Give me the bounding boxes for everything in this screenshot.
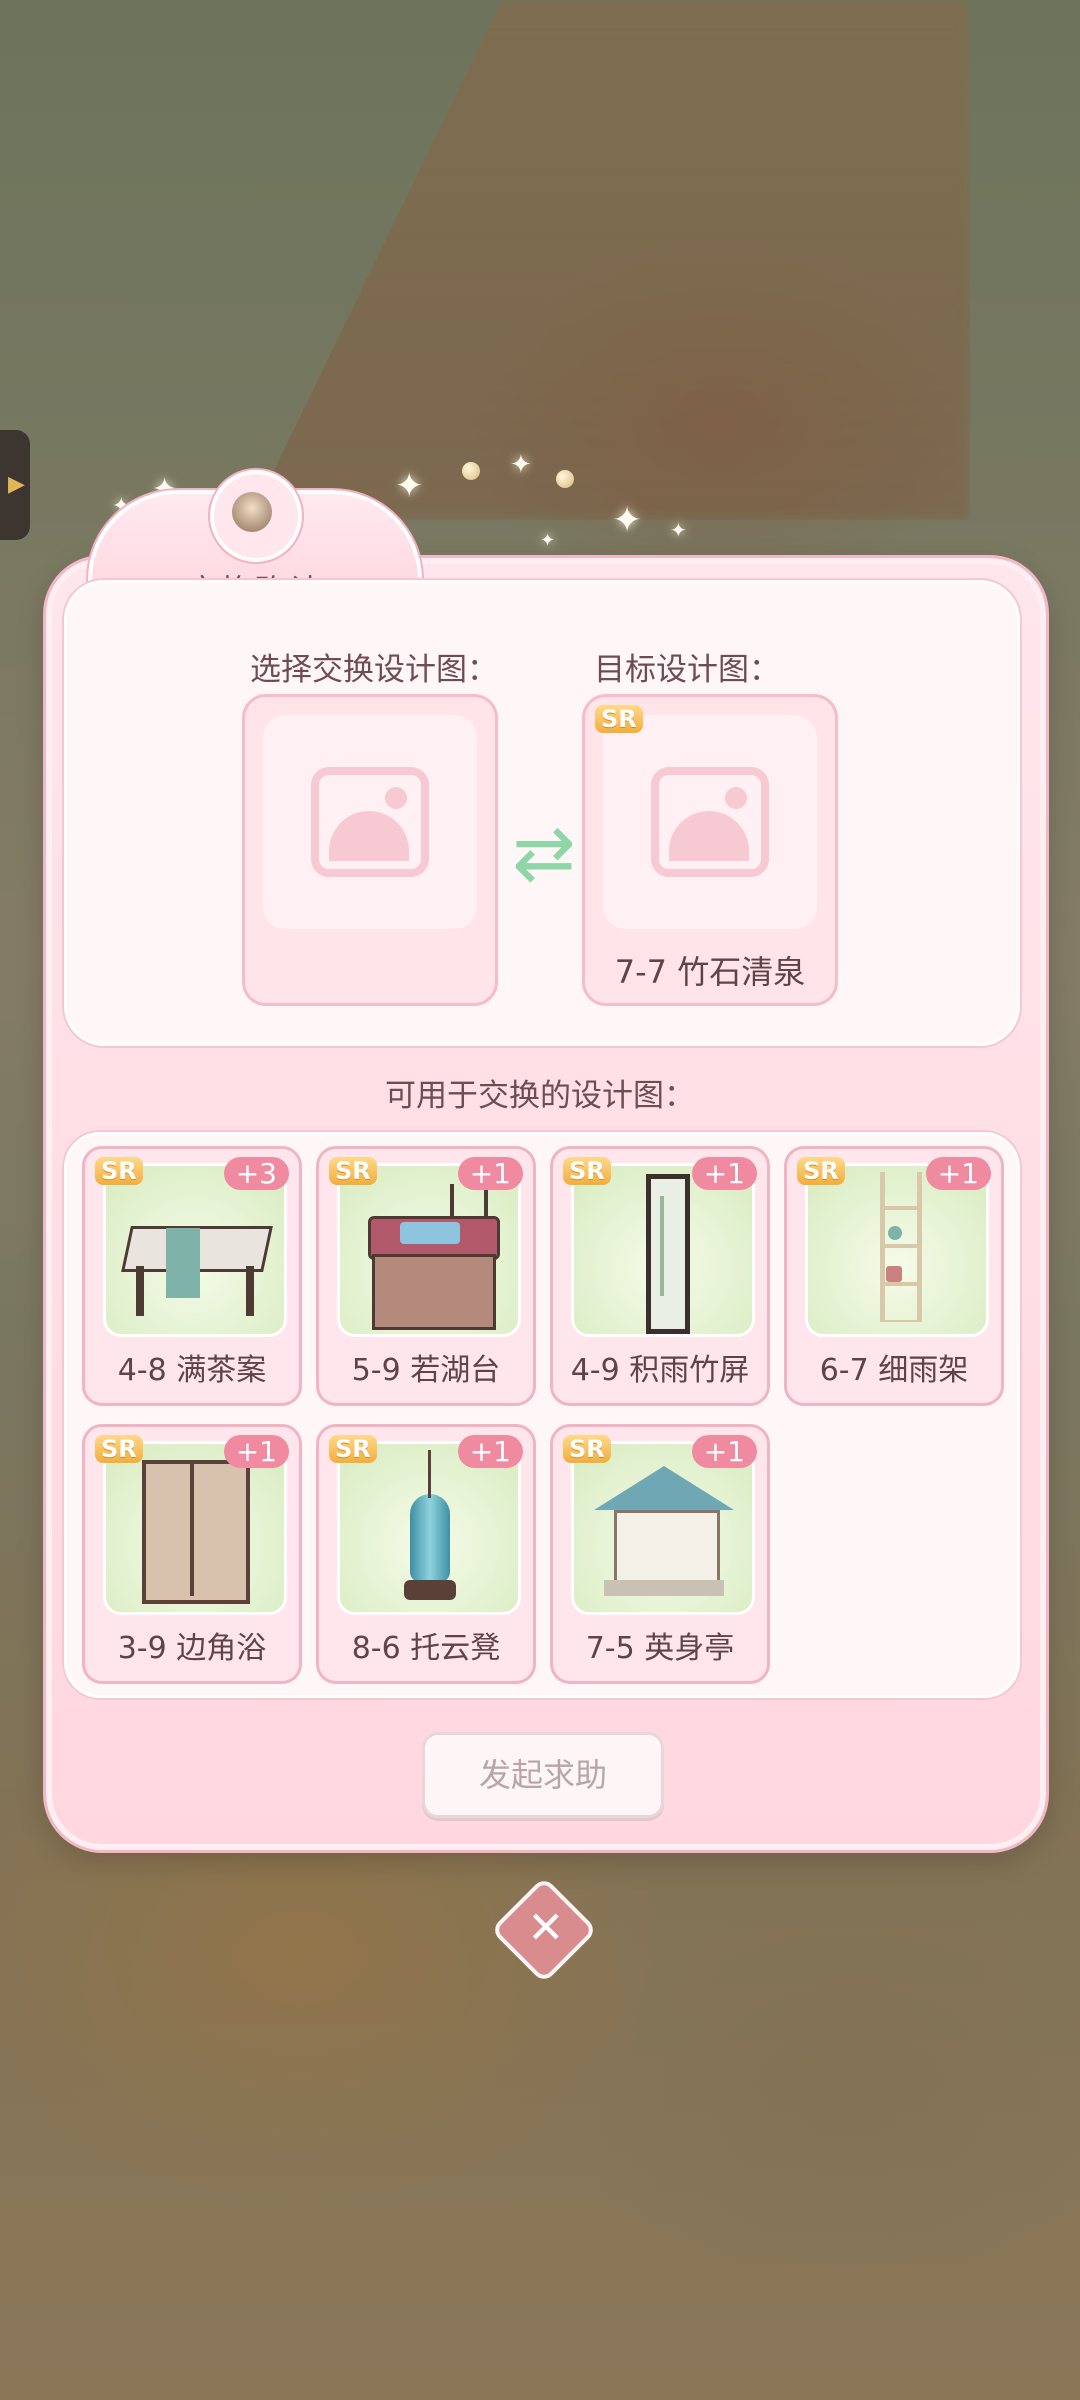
target-design-name: 7-7 竹石清泉 — [614, 953, 806, 991]
rarity-badge: SR — [797, 1157, 845, 1185]
side-expand-tab[interactable]: ▶ — [0, 430, 30, 540]
sparkle-icon: ✦ — [395, 466, 424, 506]
design-name: 5-9 若湖台 — [351, 1353, 501, 1388]
design-name: 6-7 细雨架 — [819, 1353, 969, 1388]
count-badge: +1 — [223, 1435, 289, 1468]
target-design-slot[interactable]: SR 7-7 竹石清泉 — [582, 694, 838, 1006]
request-help-button[interactable]: 发起求助 — [422, 1732, 664, 1818]
count-badge: +1 — [691, 1157, 757, 1190]
sparkle-bead — [462, 462, 480, 480]
image-placeholder-icon — [311, 767, 429, 877]
rarity-badge: SR — [95, 1435, 143, 1463]
sparkle-icon: ✦ — [612, 500, 643, 541]
design-card[interactable]: SR +3 4-8 满茶案 — [82, 1146, 302, 1406]
close-icon: ✕ — [527, 1902, 565, 1954]
image-placeholder-icon — [651, 767, 769, 877]
sparkle-icon: ✦ — [510, 450, 532, 480]
design-name: 7-5 英身亭 — [585, 1631, 735, 1666]
design-card[interactable]: SR +1 7-5 英身亭 — [550, 1424, 770, 1684]
rarity-badge: SR — [563, 1157, 611, 1185]
design-card[interactable]: SR +1 3-9 边角浴 — [82, 1424, 302, 1684]
design-card[interactable]: SR +1 6-7 细雨架 — [784, 1146, 1004, 1406]
design-card[interactable]: SR +1 4-9 积雨竹屏 — [550, 1146, 770, 1406]
sparkle-icon: ✦ — [670, 518, 687, 542]
avatar — [210, 470, 302, 562]
select-design-slot[interactable] — [242, 694, 498, 1006]
select-design-label: 选择交换设计图： — [250, 652, 498, 688]
sparkle-bead — [556, 470, 574, 488]
rarity-badge: SR — [329, 1435, 377, 1463]
count-badge: +1 — [925, 1157, 991, 1190]
rarity-badge: SR — [595, 705, 643, 733]
design-card[interactable]: SR +1 5-9 若湖台 — [316, 1146, 536, 1406]
rarity-badge: SR — [563, 1435, 611, 1463]
target-design-label: 目标设计图： — [594, 652, 780, 688]
design-card[interactable]: SR +1 8-6 托云凳 — [316, 1424, 536, 1684]
design-name: 4-9 积雨竹屏 — [570, 1353, 750, 1388]
rarity-badge: SR — [329, 1157, 377, 1185]
count-badge: +1 — [691, 1435, 757, 1468]
sparkle-icon: ✦ — [540, 530, 556, 551]
chevron-right-icon: ▶ — [8, 472, 25, 497]
design-name: 8-6 托云凳 — [351, 1631, 501, 1666]
available-designs-title: 可用于交换的设计图： — [385, 1078, 695, 1114]
count-badge: +1 — [457, 1435, 523, 1468]
rarity-badge: SR — [95, 1157, 143, 1185]
design-name: 4-8 满茶案 — [117, 1353, 267, 1388]
count-badge: +1 — [457, 1157, 523, 1190]
swap-arrows-icon: ⇄ — [512, 808, 576, 897]
count-badge: +3 — [223, 1157, 289, 1190]
design-name: 3-9 边角浴 — [117, 1631, 267, 1666]
